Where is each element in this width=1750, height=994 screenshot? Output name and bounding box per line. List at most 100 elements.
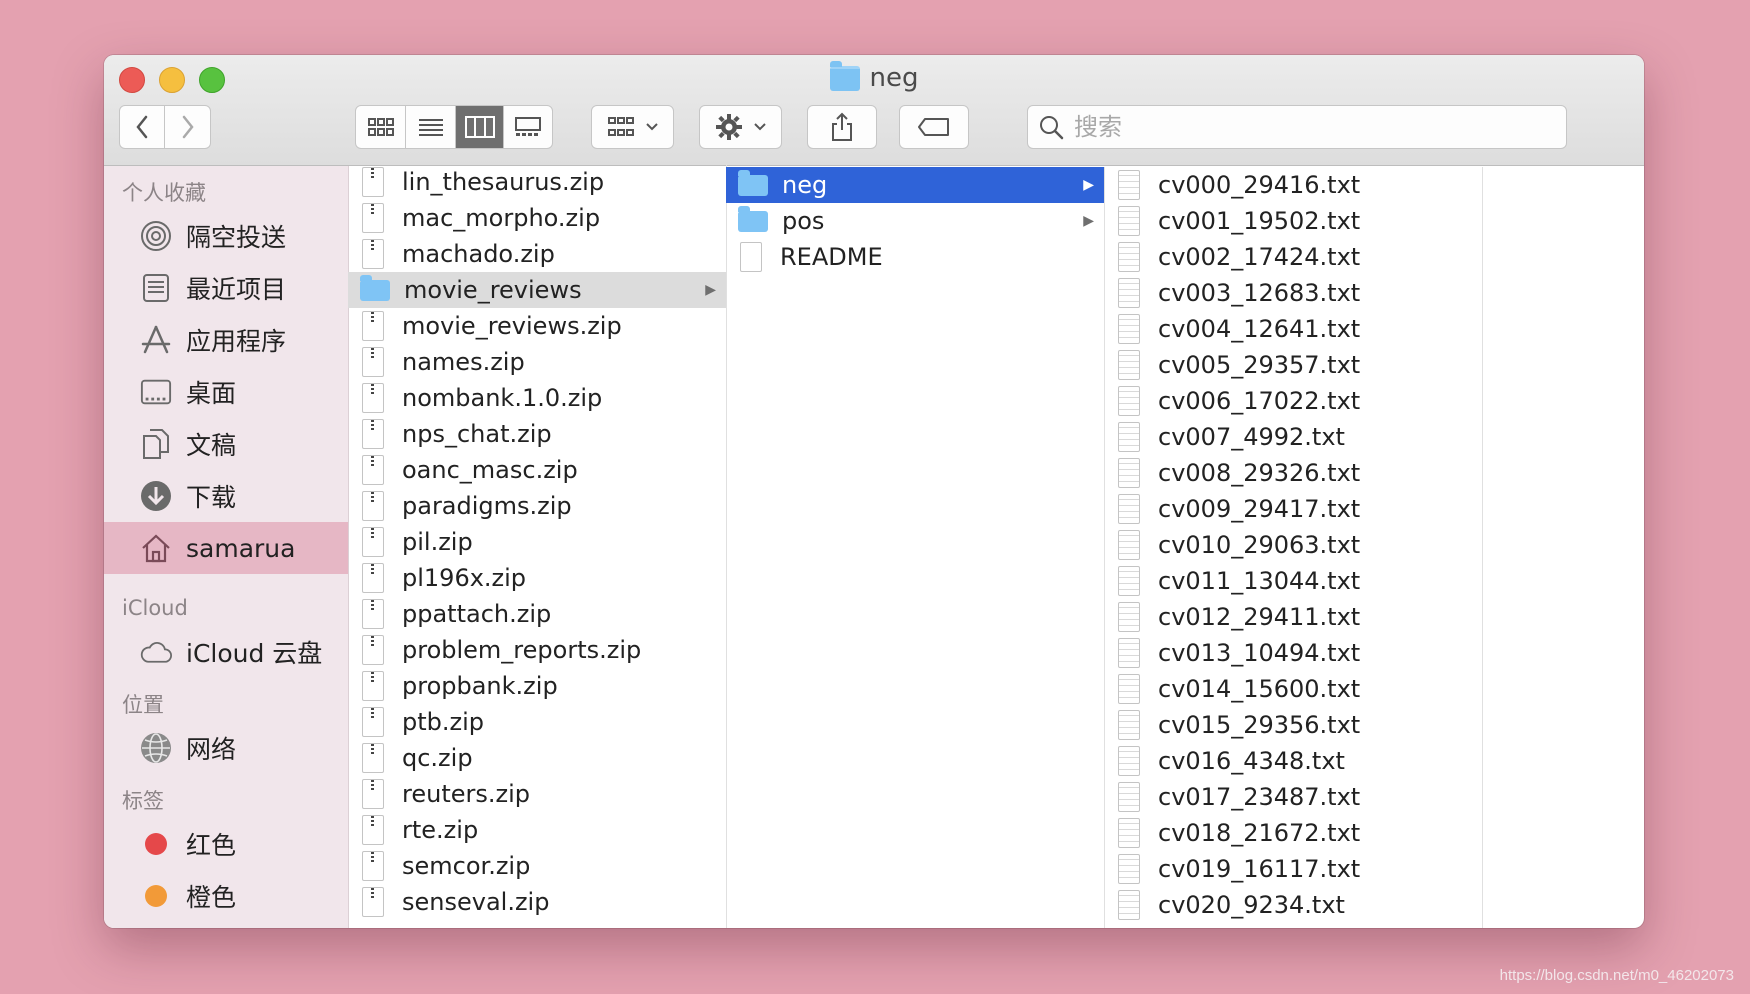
toolbar: neg <box>104 55 1644 166</box>
chevron-down-icon <box>645 123 658 131</box>
back-button[interactable] <box>120 106 166 148</box>
file-row[interactable]: cv017_23487.txt <box>1104 779 1482 815</box>
browser-column-3: cv000_29416.txt cv001_19502.txt cv002_1742… <box>1104 167 1483 928</box>
icon-view-button[interactable] <box>356 106 406 148</box>
sidebar-item-applications[interactable]: 应用程序 <box>104 314 348 366</box>
file-row[interactable]: mac_morpho.zip <box>348 200 726 236</box>
zip-file-icon <box>362 311 384 341</box>
file-row[interactable]: propbank.zip <box>348 668 726 704</box>
group-by-button[interactable] <box>591 105 674 149</box>
list-icon <box>418 119 443 136</box>
text-file-icon <box>1118 710 1140 740</box>
file-row[interactable]: cv009_29417.txt <box>1104 491 1482 527</box>
column-view-button[interactable] <box>456 106 504 148</box>
search-input[interactable] <box>1072 112 1556 142</box>
file-row[interactable]: cv014_15600.txt <box>1104 671 1482 707</box>
sidebar-section-icloud: iCloud <box>122 596 188 620</box>
file-row[interactable]: pil.zip <box>348 524 726 560</box>
file-row[interactable]: cv004_12641.txt <box>1104 311 1482 347</box>
file-row[interactable]: cv016_4348.txt <box>1104 743 1482 779</box>
file-row[interactable]: pos ▶ <box>726 203 1104 239</box>
text-file-icon <box>1118 854 1140 884</box>
sidebar-item-recents[interactable]: 最近项目 <box>104 262 348 314</box>
file-row[interactable]: cv000_29416.txt <box>1104 167 1482 203</box>
text-file-icon <box>1118 206 1140 236</box>
search-field[interactable] <box>1027 105 1567 149</box>
sidebar-section-locations: 位置 <box>122 693 164 717</box>
downloads-icon <box>140 480 172 512</box>
sidebar-item-tag-red[interactable]: 红色 <box>104 818 348 870</box>
sidebar-item-tag-orange[interactable]: 橙色 <box>104 870 348 922</box>
file-row[interactable]: neg ▶ <box>726 167 1104 203</box>
file-name: mac_morpho.zip <box>402 204 601 232</box>
file-row[interactable]: cv002_17424.txt <box>1104 239 1482 275</box>
sidebar-item-downloads[interactable]: 下载 <box>104 470 348 522</box>
text-file-icon <box>1118 458 1140 488</box>
file-row[interactable]: cv006_17022.txt <box>1104 383 1482 419</box>
file-row[interactable]: cv008_29326.txt <box>1104 455 1482 491</box>
sidebar-item-icloud-drive[interactable]: iCloud 云盘 <box>104 626 348 678</box>
file-row[interactable]: cv012_29411.txt <box>1104 599 1482 635</box>
file-row[interactable]: cv010_29063.txt <box>1104 527 1482 563</box>
file-row[interactable]: problem_reports.zip <box>348 632 726 668</box>
forward-button[interactable] <box>165 106 210 148</box>
file-name: rte.zip <box>402 816 479 844</box>
sidebar-item-network[interactable]: 网络 <box>104 722 348 774</box>
file-row[interactable]: cv019_16117.txt <box>1104 851 1482 887</box>
file-row[interactable]: cv013_10494.txt <box>1104 635 1482 671</box>
file-name: machado.zip <box>402 240 555 268</box>
file-name: qc.zip <box>402 744 473 772</box>
zip-file-icon <box>362 419 384 449</box>
file-name: nps_chat.zip <box>402 420 552 448</box>
file-row[interactable]: cv005_29357.txt <box>1104 347 1482 383</box>
file-row[interactable]: paradigms.zip <box>348 488 726 524</box>
folder-icon <box>829 60 860 91</box>
tags-button[interactable] <box>899 105 969 149</box>
cloud-icon <box>140 636 172 668</box>
file-name: cv015_29356.txt <box>1158 711 1361 739</box>
file-name: cv013_10494.txt <box>1158 639 1361 667</box>
network-icon <box>140 732 172 764</box>
file-row[interactable]: reuters.zip <box>348 776 726 812</box>
file-row[interactable]: cv003_12683.txt <box>1104 275 1482 311</box>
file-row[interactable]: ppattach.zip <box>348 596 726 632</box>
file-row[interactable]: pl196x.zip <box>348 560 726 596</box>
file-row[interactable]: rte.zip <box>348 812 726 848</box>
file-row[interactable]: oanc_masc.zip <box>348 452 726 488</box>
sidebar-item-desktop[interactable]: 桌面 <box>104 366 348 418</box>
file-name: cv005_29357.txt <box>1158 351 1361 379</box>
sidebar-item-documents[interactable]: 文稿 <box>104 418 348 470</box>
zip-file-icon <box>362 635 384 665</box>
icon-grid-icon <box>367 118 394 136</box>
file-row[interactable]: cv018_21672.txt <box>1104 815 1482 851</box>
share-button[interactable] <box>807 105 877 149</box>
list-view-button[interactable] <box>406 106 456 148</box>
file-row[interactable]: movie_reviews.zip <box>348 308 726 344</box>
sidebar-item-label: 网络 <box>186 735 237 764</box>
text-file-icon <box>1118 350 1140 380</box>
gallery-view-button[interactable] <box>504 106 552 148</box>
zip-file-icon <box>362 455 384 485</box>
file-row[interactable]: README <box>726 239 1104 275</box>
action-menu-button[interactable] <box>699 105 782 149</box>
file-row[interactable]: cv007_4992.txt <box>1104 419 1482 455</box>
file-row[interactable]: movie_reviews ▶ <box>348 272 726 308</box>
file-row[interactable]: names.zip <box>348 344 726 380</box>
text-file-icon <box>1118 782 1140 812</box>
file-row[interactable]: ptb.zip <box>348 704 726 740</box>
file-row[interactable]: nombank.1.0.zip <box>348 380 726 416</box>
file-row[interactable]: cv001_19502.txt <box>1104 203 1482 239</box>
file-row[interactable]: semcor.zip <box>348 848 726 884</box>
file-row[interactable]: nps_chat.zip <box>348 416 726 452</box>
sidebar-item-home[interactable]: samarua <box>104 522 348 574</box>
file-row[interactable]: senseval.zip <box>348 884 726 920</box>
recents-icon <box>140 272 172 304</box>
file-row[interactable]: cv015_29356.txt <box>1104 707 1482 743</box>
file-row[interactable]: machado.zip <box>348 236 726 272</box>
file-row[interactable]: qc.zip <box>348 740 726 776</box>
file-row[interactable]: lin_thesaurus.zip <box>348 164 726 200</box>
disclosure-arrow-icon: ▶ <box>1083 213 1094 229</box>
file-row[interactable]: cv011_13044.txt <box>1104 563 1482 599</box>
file-row[interactable]: cv020_9234.txt <box>1104 887 1482 923</box>
sidebar-item-airdrop[interactable]: 隔空投送 <box>104 210 348 262</box>
